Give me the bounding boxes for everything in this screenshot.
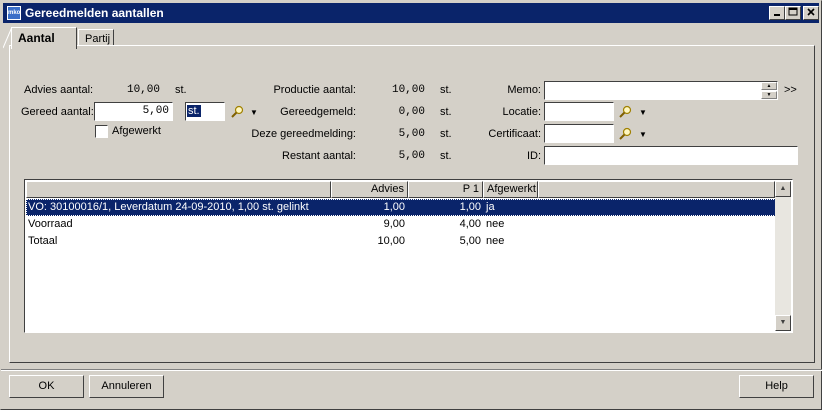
locatie-input[interactable] xyxy=(544,102,614,121)
arrow-down-icon[interactable]: ▼ xyxy=(761,91,777,99)
locatie-label: Locatie: xyxy=(502,106,541,118)
cell-advies: 10,00 xyxy=(377,235,405,247)
cell-p1: 5,00 xyxy=(459,235,481,247)
productie-value: 10,00 xyxy=(391,84,425,96)
grid-vertical-scrollbar[interactable]: ▲ ▼ xyxy=(775,181,791,331)
restant-label: Restant aantal: xyxy=(282,150,356,162)
locatie-chevron-down-icon[interactable]: ▼ xyxy=(639,108,647,117)
cell-advies: 9,00 xyxy=(383,218,405,230)
cell-afgewerkt: nee xyxy=(486,235,505,247)
memo-spinner[interactable]: ▲ ▼ xyxy=(761,82,777,99)
dialog-window: mko Gereedmelden aantallen Aantal Partij… xyxy=(0,0,822,410)
afgewerkt-label: Afgewerkt xyxy=(112,125,161,137)
gereed-label: Gereed aantal: xyxy=(21,106,94,118)
memo-label: Memo: xyxy=(507,84,541,96)
gereed-unit-input[interactable]: st. xyxy=(185,102,225,121)
gereedgemeld-value: 0,00 xyxy=(398,106,425,118)
cell-afgewerkt: ja xyxy=(486,201,495,213)
grid-header-p1[interactable]: P 1 xyxy=(408,181,483,198)
tab-partij-label: Partij xyxy=(85,33,111,45)
arrow-up-icon[interactable]: ▲ xyxy=(761,82,777,90)
certificaat-search-icon[interactable] xyxy=(618,127,634,141)
grid-header-filler xyxy=(538,181,775,198)
productie-unit: st. xyxy=(440,84,452,96)
minimize-button[interactable] xyxy=(769,6,785,20)
search-icon[interactable] xyxy=(230,105,246,119)
table-row[interactable]: Totaal 10,00 5,00 nee xyxy=(26,233,776,250)
advies-value: 10,00 xyxy=(126,84,160,96)
tab-aantal-label: Aantal xyxy=(18,31,55,45)
tab-aantal[interactable]: Aantal xyxy=(3,27,77,49)
help-button[interactable]: Help xyxy=(739,375,814,398)
afgewerkt-checkbox[interactable] xyxy=(95,125,108,138)
app-icon: mko xyxy=(7,6,21,20)
gereed-input[interactable]: 5,00 xyxy=(94,102,173,121)
id-input[interactable] xyxy=(544,146,798,165)
memo-more-button[interactable]: >> xyxy=(784,84,797,96)
advies-label: Advies aantal: xyxy=(24,84,94,96)
annuleren-button[interactable]: Annuleren xyxy=(89,375,164,398)
help-button-label: Help xyxy=(765,380,788,392)
restant-value: 5,00 xyxy=(398,150,425,162)
close-icon xyxy=(807,8,815,16)
gereedgemeld-unit: st. xyxy=(440,106,452,118)
id-label: ID: xyxy=(526,150,541,162)
window-title: Gereedmelden aantallen xyxy=(25,6,164,20)
table-row[interactable]: Voorraad 9,00 4,00 nee xyxy=(26,216,776,233)
minimize-icon xyxy=(774,14,780,16)
grid-header-advies[interactable]: Advies xyxy=(331,181,408,198)
title-bar[interactable]: mko Gereedmelden aantallen xyxy=(3,3,819,23)
memo-input[interactable] xyxy=(544,81,778,100)
certificaat-chevron-down-icon[interactable]: ▼ xyxy=(639,130,647,139)
cell-desc: VO: 30100016/1, Leverdatum 24-09-2010, 1… xyxy=(28,201,309,213)
cell-p1: 1,00 xyxy=(459,201,481,213)
scroll-down-icon[interactable]: ▼ xyxy=(775,315,791,331)
table-row[interactable]: VO: 30100016/1, Leverdatum 24-09-2010, 1… xyxy=(26,199,776,216)
productie-label: Productie aantal: xyxy=(273,84,356,96)
certificaat-label: Certificaat: xyxy=(488,128,541,140)
maximize-icon xyxy=(788,7,798,16)
gereedgemeld-label: Gereedgemeld: xyxy=(280,106,356,118)
cell-p1: 4,00 xyxy=(459,218,481,230)
scroll-up-icon[interactable]: ▲ xyxy=(775,181,791,197)
grid-header-afgewerkt[interactable]: Afgewerkt xyxy=(483,181,538,198)
cell-desc: Totaal xyxy=(28,235,58,247)
cell-afgewerkt: nee xyxy=(486,218,505,230)
ok-button[interactable]: OK xyxy=(9,375,84,398)
maximize-button[interactable] xyxy=(785,6,801,20)
close-button[interactable] xyxy=(803,6,819,20)
deze-label: Deze gereedmelding: xyxy=(251,128,356,140)
tab-slant-icon xyxy=(3,27,13,49)
data-grid[interactable]: Advies P 1 Afgewerkt VO: 30100016/1, Lev… xyxy=(24,179,793,333)
cell-advies: 1,00 xyxy=(383,201,405,213)
grid-header-desc[interactable] xyxy=(26,181,331,198)
certificaat-input[interactable] xyxy=(544,124,614,143)
deze-unit: st. xyxy=(440,128,452,140)
restant-unit: st. xyxy=(440,150,452,162)
gereed-unit-value: st. xyxy=(187,105,201,117)
annuleren-button-label: Annuleren xyxy=(101,380,152,392)
cell-desc: Voorraad xyxy=(28,218,73,230)
footer-separator xyxy=(1,369,822,371)
deze-value: 5,00 xyxy=(398,128,425,140)
locatie-search-icon[interactable] xyxy=(618,105,634,119)
advies-unit: st. xyxy=(175,84,187,96)
ok-button-label: OK xyxy=(38,380,55,392)
